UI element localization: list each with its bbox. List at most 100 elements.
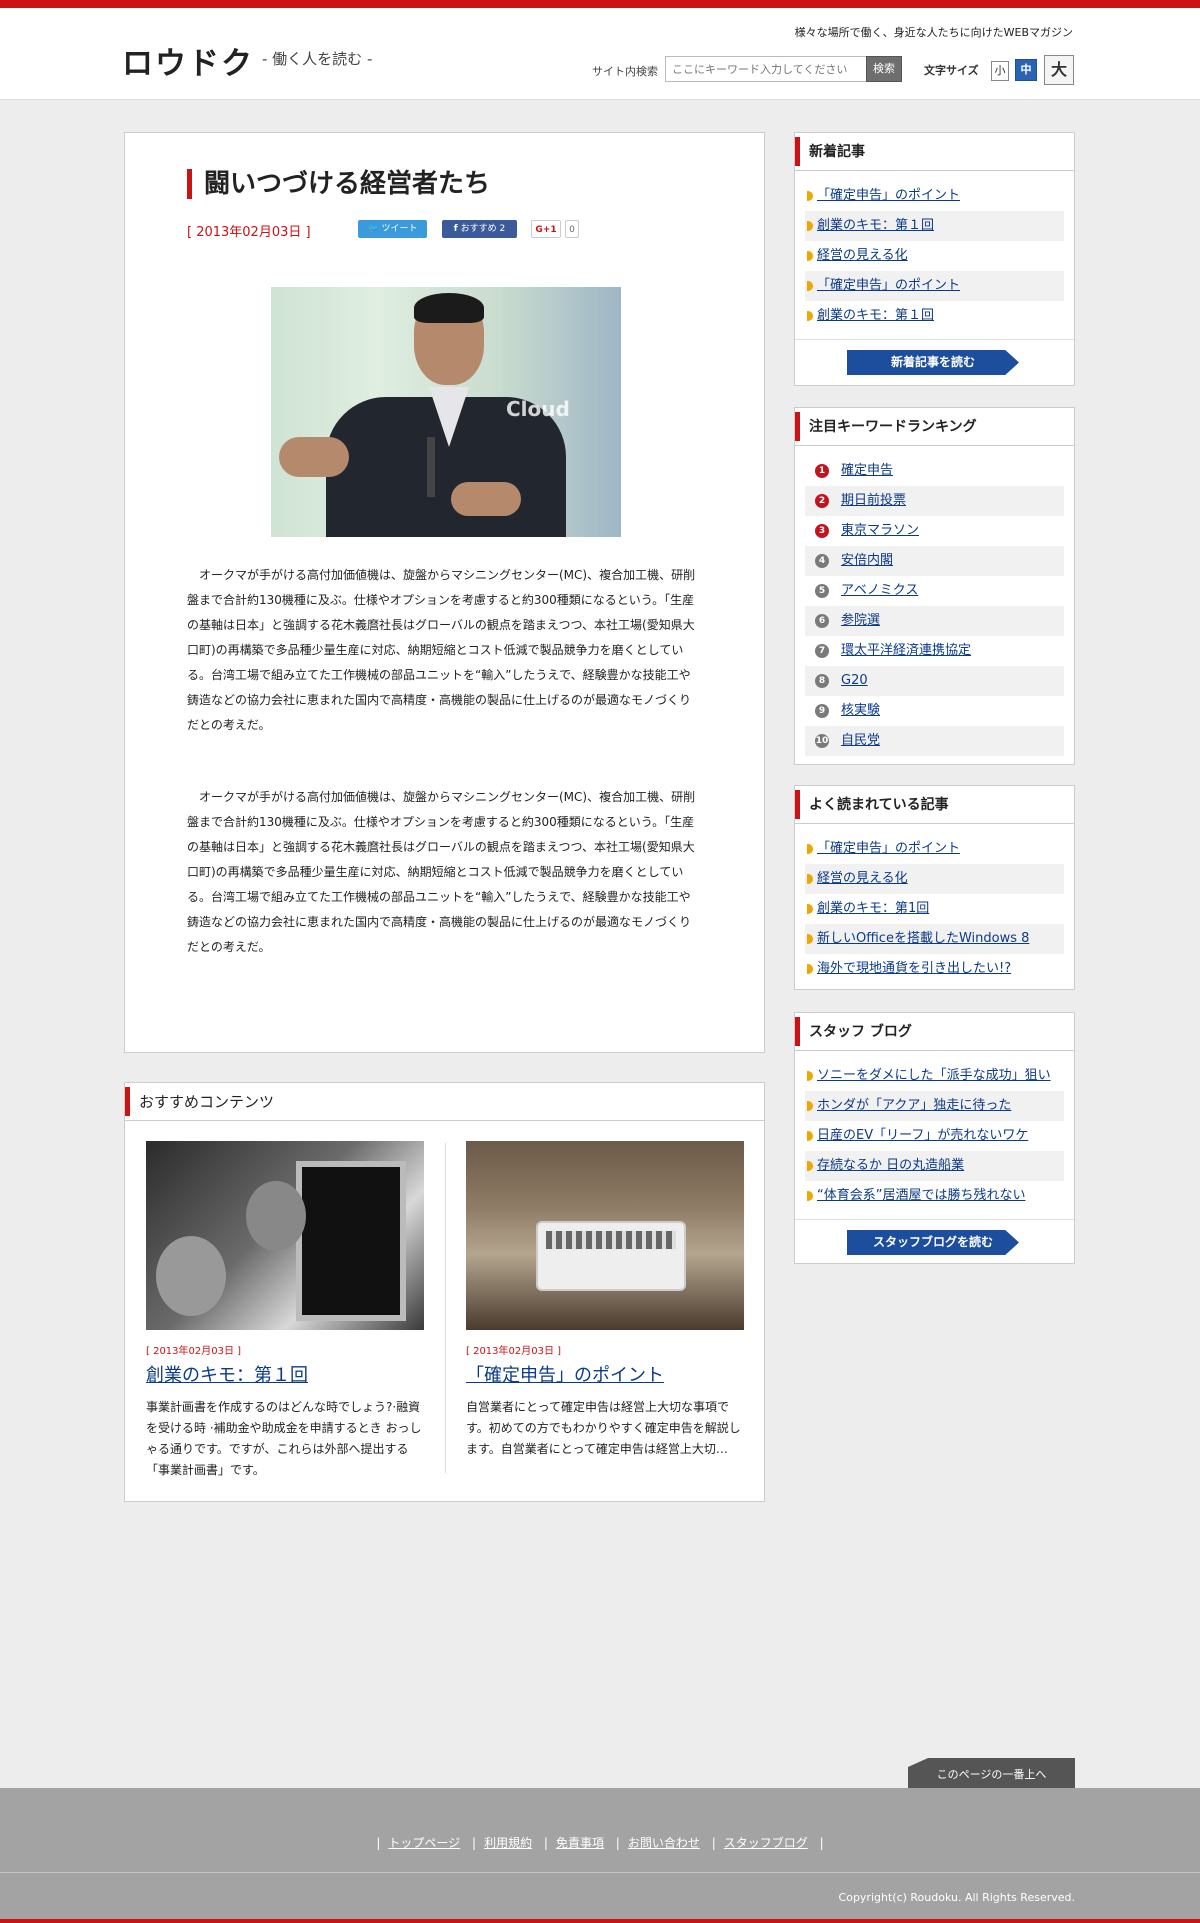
footer-separator: | <box>543 1836 548 1850</box>
ranking-link[interactable]: 自民党 <box>841 733 880 748</box>
list-item[interactable]: ホンダが「アクア」独走に待った <box>805 1091 1064 1121</box>
staff-blog-link[interactable]: ホンダが「アクア」独走に待った <box>817 1098 1011 1113</box>
new-article-link[interactable]: 「確定申告」のポイント <box>817 188 960 203</box>
list-item[interactable]: 10 自民党 <box>805 726 1064 756</box>
rank-badge: 6 <box>815 614 829 628</box>
new-articles-more-button[interactable]: 新着記事を読む <box>847 350 1019 375</box>
recommended-date: [ 2013年02月03日 ] <box>146 1346 242 1357</box>
footer-separator: | <box>376 1836 381 1850</box>
search-input[interactable] <box>665 56 867 82</box>
list-item[interactable]: 経営の見える化 <box>805 864 1064 894</box>
search-button[interactable]: 検索 <box>866 56 902 82</box>
list-item[interactable]: 経営の見える化 <box>805 241 1064 271</box>
list-item[interactable]: 9 核実験 <box>805 696 1064 726</box>
list-item[interactable]: 4 安倍内閣 <box>805 546 1064 576</box>
photo-hand-left <box>279 437 349 477</box>
staff-blog-more-wrap: スタッフブログを読む <box>795 1219 1074 1264</box>
rank-badge: 9 <box>815 704 829 718</box>
article-main: 闘いつづける経営者たち [ 2013年02月03日 ] 🐦 ツイート f おすす… <box>124 132 765 1053</box>
recommended-title-link[interactable]: 創業のキモ：第１回 <box>146 1361 426 1387</box>
font-size-small-button[interactable]: 小 <box>991 61 1009 81</box>
popular-list: 「確定申告」のポイント 経営の見える化 創業のキモ：第1回 新しいOfficeを… <box>795 824 1074 992</box>
footer-link-top[interactable]: トップページ <box>388 1836 460 1850</box>
popular-link[interactable]: 「確定申告」のポイント <box>817 841 960 856</box>
staff-blog-link[interactable]: ソニーをダメにした「派手な成功」狙い <box>817 1068 1051 1083</box>
photo-microphone <box>427 437 435 497</box>
footer-link-disclaimer[interactable]: 免責事項 <box>556 1836 604 1850</box>
new-articles-list: 「確定申告」のポイント 創業のキモ：第１回 経営の見える化 「確定申告」のポイン… <box>795 171 1074 339</box>
new-article-link[interactable]: 経営の見える化 <box>817 248 908 263</box>
ranking-link[interactable]: 東京マラソン <box>841 523 919 538</box>
list-item[interactable]: 海外で現地通貨を引き出したい!? <box>805 954 1064 984</box>
staff-blog-more-button[interactable]: スタッフブログを読む <box>847 1230 1019 1255</box>
page-top-button[interactable]: このページの一番上へ <box>908 1758 1075 1788</box>
ranking-link[interactable]: 環太平洋経済連携協定 <box>841 643 971 658</box>
recommended-item[interactable]: [ 2013年02月03日 ] 創業のキモ：第１回 事業計画書を作成するのはどん… <box>146 1141 426 1481</box>
facebook-recommend-button[interactable]: f おすすめ 2 <box>442 220 517 238</box>
recommended-thumbnail[interactable] <box>466 1141 744 1330</box>
ranking-link[interactable]: 安倍内閣 <box>841 553 893 568</box>
popular-link[interactable]: 新しいOfficeを搭載したWindows 8 <box>817 931 1029 946</box>
gplus-button[interactable]: G+1 <box>531 220 561 238</box>
list-item[interactable]: 「確定申告」のポイント <box>805 271 1064 301</box>
list-item[interactable]: 3 東京マラソン <box>805 516 1064 546</box>
tweet-button[interactable]: 🐦 ツイート <box>358 220 427 238</box>
footer-divider <box>0 1872 1200 1873</box>
thumb-shape <box>296 1161 406 1321</box>
new-article-link[interactable]: 創業のキモ：第１回 <box>817 218 934 233</box>
list-item[interactable]: 存続なるか 日の丸造船業 <box>805 1151 1064 1181</box>
ranking-link[interactable]: 期日前投票 <box>841 493 906 508</box>
popular-link[interactable]: 海外で現地通貨を引き出したい!? <box>817 961 1011 976</box>
recommended-item[interactable]: [ 2013年02月03日 ] 「確定申告」のポイント 自営業者にとって確定申告… <box>466 1141 746 1460</box>
list-item[interactable]: 6 参院選 <box>805 606 1064 636</box>
thumb-shape <box>546 1231 676 1249</box>
list-item[interactable]: 8 G20 <box>805 666 1064 696</box>
list-item[interactable]: 7 環太平洋経済連携協定 <box>805 636 1064 666</box>
list-item[interactable]: 日産のEV「リーフ」が売れないワケ <box>805 1121 1064 1151</box>
list-item[interactable]: 5 アベノミクス <box>805 576 1064 606</box>
ranking-link[interactable]: 参院選 <box>841 613 880 628</box>
tweet-label: ツイート <box>381 224 418 234</box>
recommended-thumbnail[interactable] <box>146 1141 424 1330</box>
footer-link-contact[interactable]: お問い合わせ <box>628 1836 700 1850</box>
list-item[interactable]: 2 期日前投票 <box>805 486 1064 516</box>
recommended-heading: おすすめコンテンツ <box>125 1083 764 1121</box>
footer-separator: | <box>472 1836 477 1850</box>
top-accent-bar <box>0 0 1200 8</box>
list-item[interactable]: 「確定申告」のポイント <box>805 834 1064 864</box>
rank-badge: 7 <box>815 644 829 658</box>
ranking-list: 1 確定申告 2 期日前投票 3 東京マラソン 4 安倍内閣 5 アベノミクス 6 参院選 … <box>795 446 1074 764</box>
list-item[interactable]: “体育会系”居酒屋では勝ち残れない <box>805 1181 1064 1211</box>
font-size-label: 文字サイズ <box>924 64 979 77</box>
footer-link-terms[interactable]: 利用規約 <box>484 1836 532 1850</box>
new-article-link[interactable]: 「確定申告」のポイント <box>817 278 960 293</box>
list-item[interactable]: ソニーをダメにした「派手な成功」狙い <box>805 1061 1064 1091</box>
list-item[interactable]: 「確定申告」のポイント <box>805 181 1064 211</box>
list-item[interactable]: 創業のキモ：第１回 <box>805 211 1064 241</box>
site-footer: | トップページ | 利用規約 | 免責事項 | お問い合わせ | スタッフブログ | C… <box>0 1788 1200 1923</box>
font-size-medium-button[interactable]: 中 <box>1015 59 1037 81</box>
list-item[interactable]: 創業のキモ：第１回 <box>805 301 1064 331</box>
ranking-link[interactable]: アベノミクス <box>841 583 918 598</box>
photo-hair <box>414 293 484 323</box>
ranking-link[interactable]: 核実験 <box>841 703 880 718</box>
rank-badge: 10 <box>815 734 829 748</box>
footer-link-staff-blog[interactable]: スタッフブログ <box>724 1836 808 1850</box>
staff-blog-link[interactable]: “体育会系”居酒屋では勝ち残れない <box>817 1188 1025 1203</box>
popular-link[interactable]: 創業のキモ：第1回 <box>817 901 929 916</box>
list-item[interactable]: 1 確定申告 <box>805 456 1064 486</box>
staff-blog-link[interactable]: 日産のEV「リーフ」が売れないワケ <box>817 1128 1028 1143</box>
font-size-large-button[interactable]: 大 <box>1044 55 1074 85</box>
list-item[interactable]: 新しいOfficeを搭載したWindows 8 <box>805 924 1064 954</box>
ranking-link[interactable]: G20 <box>841 673 868 688</box>
site-logo[interactable]: ロウドク <box>122 38 254 83</box>
new-article-link[interactable]: 創業のキモ：第１回 <box>817 308 934 323</box>
list-item[interactable]: 創業のキモ：第1回 <box>805 894 1064 924</box>
recommended-title-link[interactable]: 「確定申告」のポイント <box>466 1361 746 1387</box>
ranking-link[interactable]: 確定申告 <box>841 463 893 478</box>
popular-link[interactable]: 経営の見える化 <box>817 871 908 886</box>
staff-blog-link[interactable]: 存続なるか 日の丸造船業 <box>817 1158 964 1173</box>
rank-badge: 1 <box>815 464 829 478</box>
site-header: ロウドク - 働く人を読む - 様々な場所で働く、身近な人たちに向けたWEBマガ… <box>0 8 1200 100</box>
ranking-heading: 注目キーワードランキング <box>795 408 1074 446</box>
